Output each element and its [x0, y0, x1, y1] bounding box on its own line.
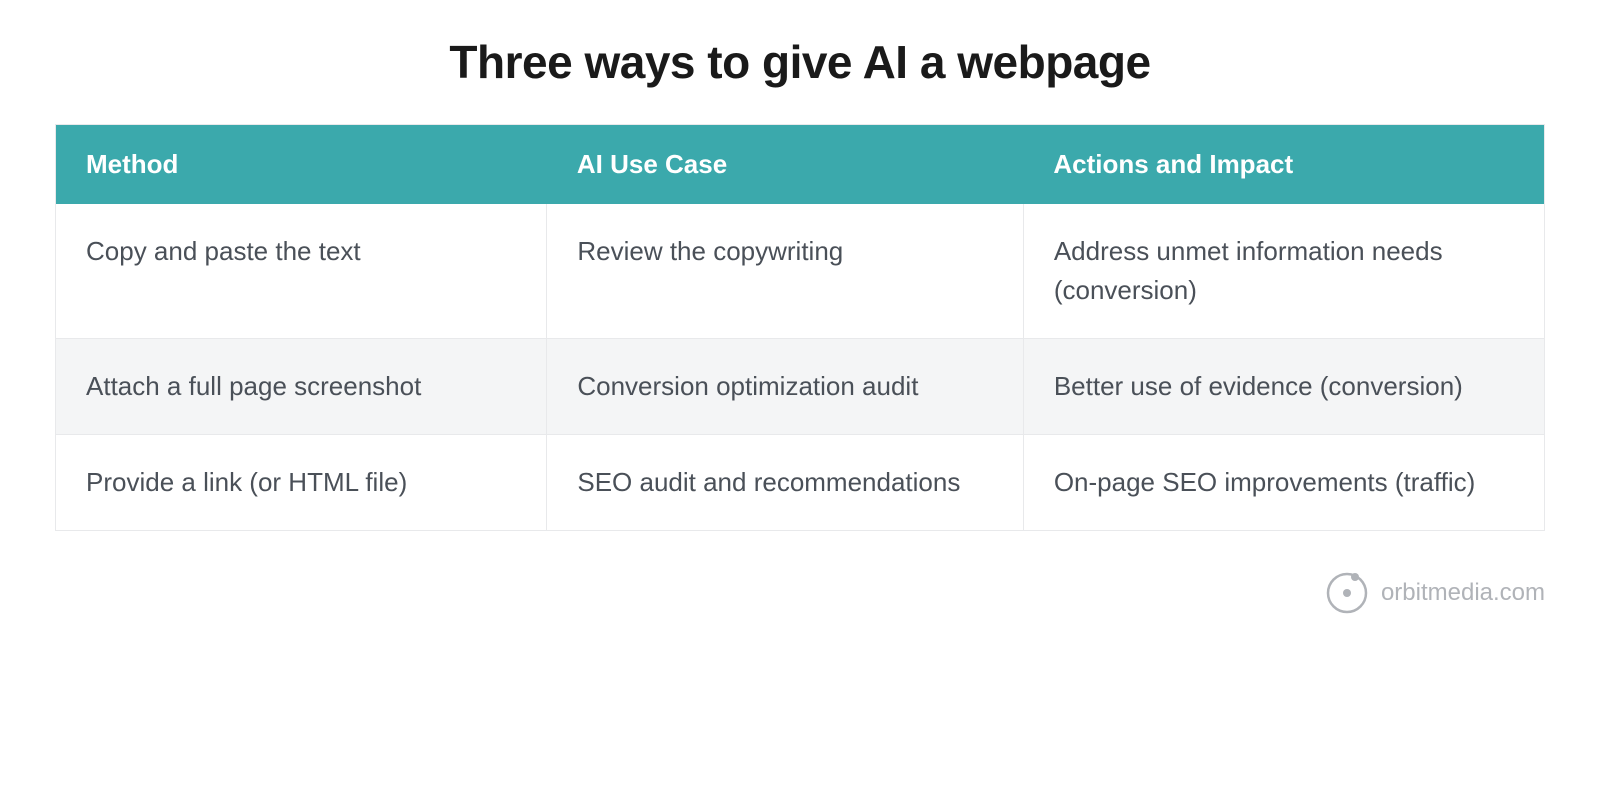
table-row: Copy and paste the text Review the copyw…	[56, 204, 1545, 339]
cell-impact: Address unmet information needs (convers…	[1023, 204, 1544, 339]
footer-brand: orbitmedia.com	[1381, 579, 1545, 607]
cell-method: Attach a full page screenshot	[56, 339, 547, 435]
table-row: Attach a full page screenshot Conversion…	[56, 339, 1545, 435]
cell-impact: On-page SEO improvements (traffic)	[1023, 435, 1544, 531]
document-container: Three ways to give AI a webpage Method A…	[55, 35, 1545, 615]
footer: orbitmedia.com	[55, 571, 1545, 615]
orbit-logo-icon	[1325, 571, 1369, 615]
table-header-row: Method AI Use Case Actions and Impact	[56, 125, 1545, 205]
cell-method: Provide a link (or HTML file)	[56, 435, 547, 531]
header-usecase: AI Use Case	[547, 125, 1023, 205]
cell-impact: Better use of evidence (conversion)	[1023, 339, 1544, 435]
cell-usecase: SEO audit and recommendations	[547, 435, 1023, 531]
page-title: Three ways to give AI a webpage	[55, 35, 1545, 89]
cell-usecase: Review the copywriting	[547, 204, 1023, 339]
header-impact: Actions and Impact	[1023, 125, 1544, 205]
cell-method: Copy and paste the text	[56, 204, 547, 339]
methods-table: Method AI Use Case Actions and Impact Co…	[55, 124, 1545, 531]
table-row: Provide a link (or HTML file) SEO audit …	[56, 435, 1545, 531]
header-method: Method	[56, 125, 547, 205]
cell-usecase: Conversion optimization audit	[547, 339, 1023, 435]
